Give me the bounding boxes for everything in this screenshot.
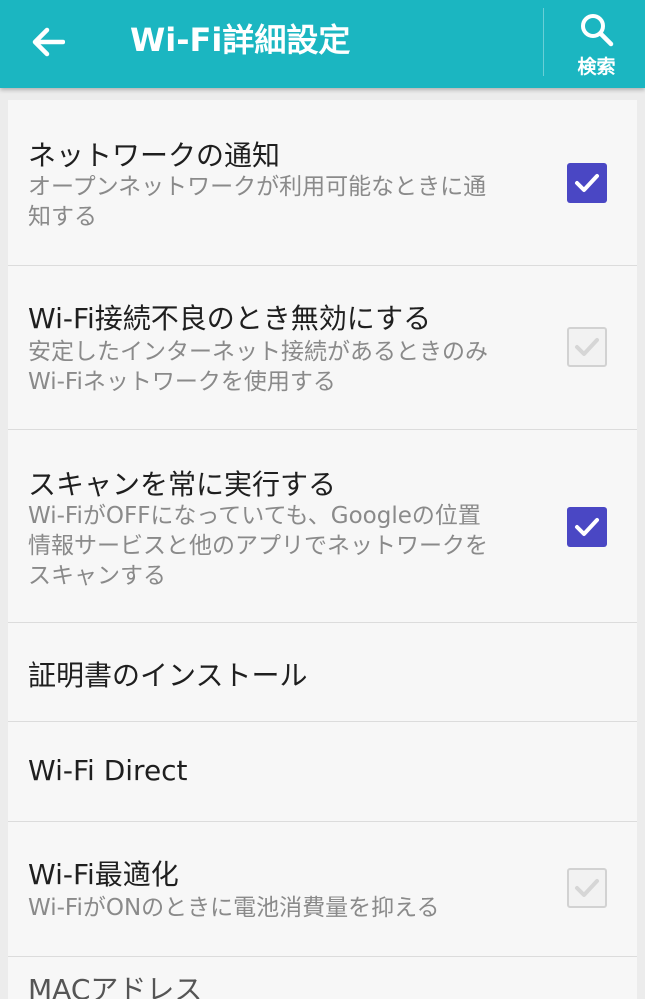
- back-button[interactable]: [18, 14, 78, 70]
- item-title: ネットワークの通知: [28, 139, 281, 172]
- list-item-mac-address[interactable]: MACアドレス: [8, 956, 637, 999]
- checkbox-always-scan[interactable]: [567, 507, 607, 547]
- checkmark-icon: [575, 338, 599, 356]
- item-title: 証明書のインストール: [28, 659, 308, 692]
- item-subtitle: Wi-FiがONのときに電池消費量を抑える: [28, 895, 440, 921]
- checkmark-icon: [575, 174, 599, 192]
- item-subtitle: 安定したインターネット接続があるときのみ Wi-Fiネットワークを使用する: [28, 339, 488, 395]
- back-arrow-icon: [32, 27, 65, 57]
- list-item-wifi-direct[interactable]: Wi-Fi Direct: [8, 721, 637, 822]
- search-icon: [580, 14, 613, 47]
- item-title: MACアドレス: [28, 973, 203, 999]
- search-button[interactable]: 検索: [548, 0, 645, 88]
- item-title: Wi-Fi最適化: [28, 858, 179, 891]
- checkmark-icon: [575, 518, 599, 536]
- search-label: 検索: [577, 56, 616, 78]
- checkbox-wifi-optimization[interactable]: [567, 868, 607, 908]
- list-item-install-certificates[interactable]: 証明書のインストール: [8, 622, 637, 722]
- list-item-always-scan[interactable]: スキャンを常に実行する Wi-FiがOFFになっていても、Googleの位置 情…: [8, 429, 637, 623]
- item-title: Wi-Fi接続不良のとき無効にする: [28, 302, 432, 335]
- checkmark-icon: [575, 879, 599, 897]
- checkbox-avoid-poor-connection[interactable]: [567, 327, 607, 367]
- item-title: スキャンを常に実行する: [28, 468, 337, 501]
- app-bar: Wi-Fi詳細設定 検索: [0, 0, 645, 88]
- page-title: Wi-Fi詳細設定: [130, 21, 351, 59]
- item-title: Wi-Fi Direct: [28, 754, 188, 787]
- list-item-avoid-poor-connection[interactable]: Wi-Fi接続不良のとき無効にする 安定したインターネット接続があるときのみ W…: [8, 265, 637, 430]
- list-item-wifi-optimization[interactable]: Wi-Fi最適化 Wi-FiがONのときに電池消費量を抑える: [8, 821, 637, 957]
- checkbox-network-notification[interactable]: [567, 163, 607, 203]
- item-subtitle: Wi-FiがOFFになっていても、Googleの位置 情報サービスと他のアプリで…: [28, 503, 488, 589]
- appbar-divider: [543, 8, 544, 76]
- settings-list: ネットワークの通知 オープンネットワークが利用可能なときに通 知する Wi-Fi…: [8, 100, 637, 999]
- list-item-network-notification[interactable]: ネットワークの通知 オープンネットワークが利用可能なときに通 知する: [8, 100, 637, 266]
- item-subtitle: オープンネットワークが利用可能なときに通 知する: [28, 174, 487, 230]
